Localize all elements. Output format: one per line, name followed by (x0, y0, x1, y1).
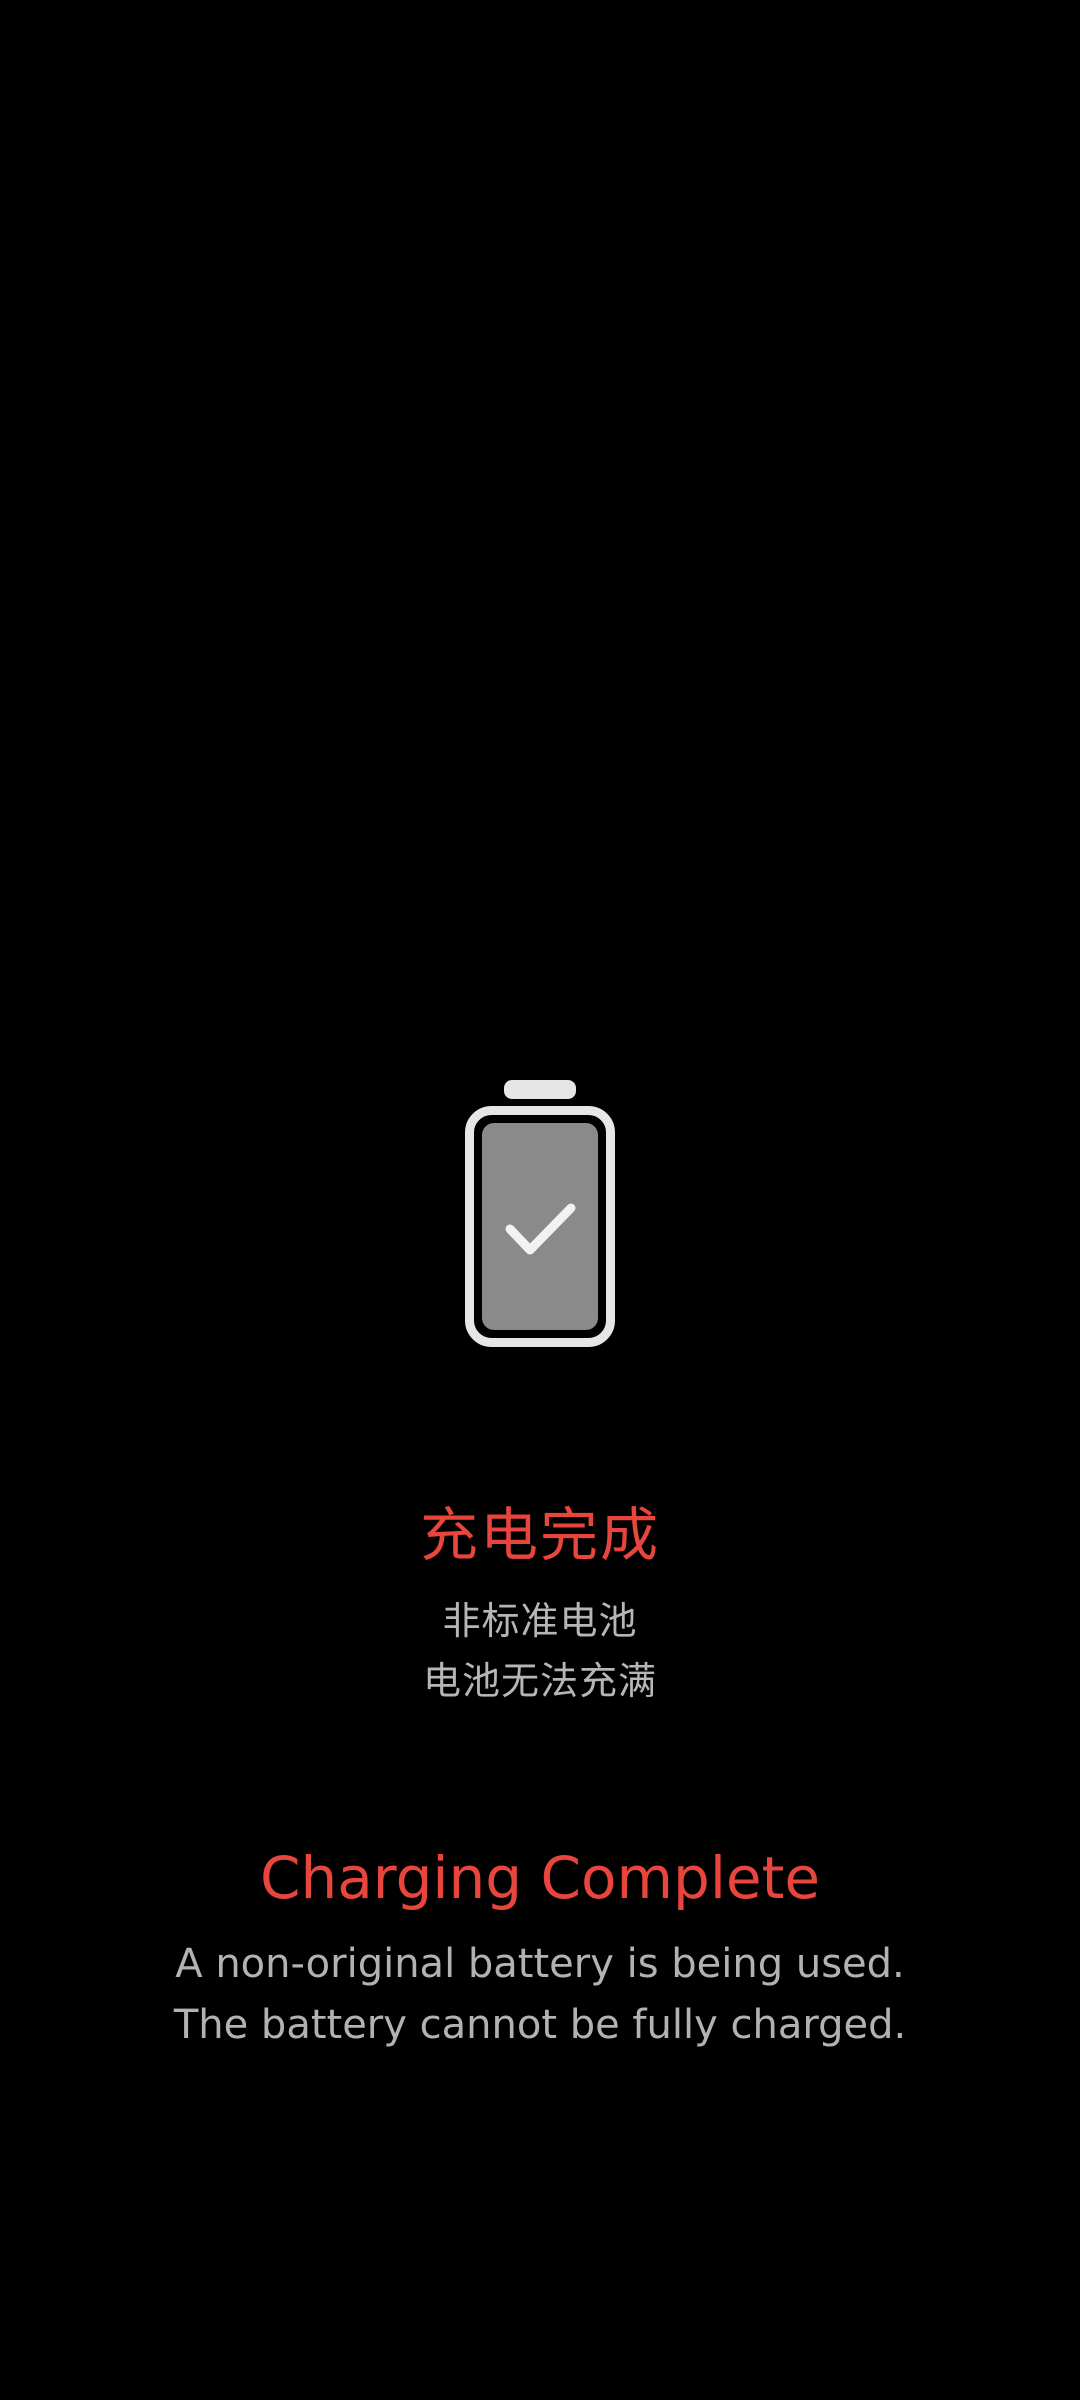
warning-line-2-cn: 电池无法充满 (422, 1659, 657, 1703)
battery-warning-message-en: A non-original battery is being used. Th… (0, 1934, 1080, 2056)
battery-full-check-icon (464, 1080, 616, 1348)
warning-line-1-en: A non-original battery is being used. (175, 1941, 905, 1987)
battery-warning-message-cn: 非标准电池 电池无法充满 (0, 1591, 1080, 1711)
charging-screen: 充电完成 非标准电池 电池无法充满 Charging Complete A no… (0, 0, 1080, 2400)
warning-line-1-cn: 非标准电池 (442, 1599, 638, 1643)
charging-complete-title-en: Charging Complete (259, 1844, 821, 1912)
chinese-status-block: 充电完成 非标准电池 电池无法充满 (0, 1495, 1080, 1711)
warning-line-2-en: The battery cannot be fully charged. (173, 2002, 907, 2048)
charging-complete-title-cn: 充电完成 (419, 1501, 660, 1569)
english-status-block: Charging Complete A non-original battery… (0, 1838, 1080, 2056)
